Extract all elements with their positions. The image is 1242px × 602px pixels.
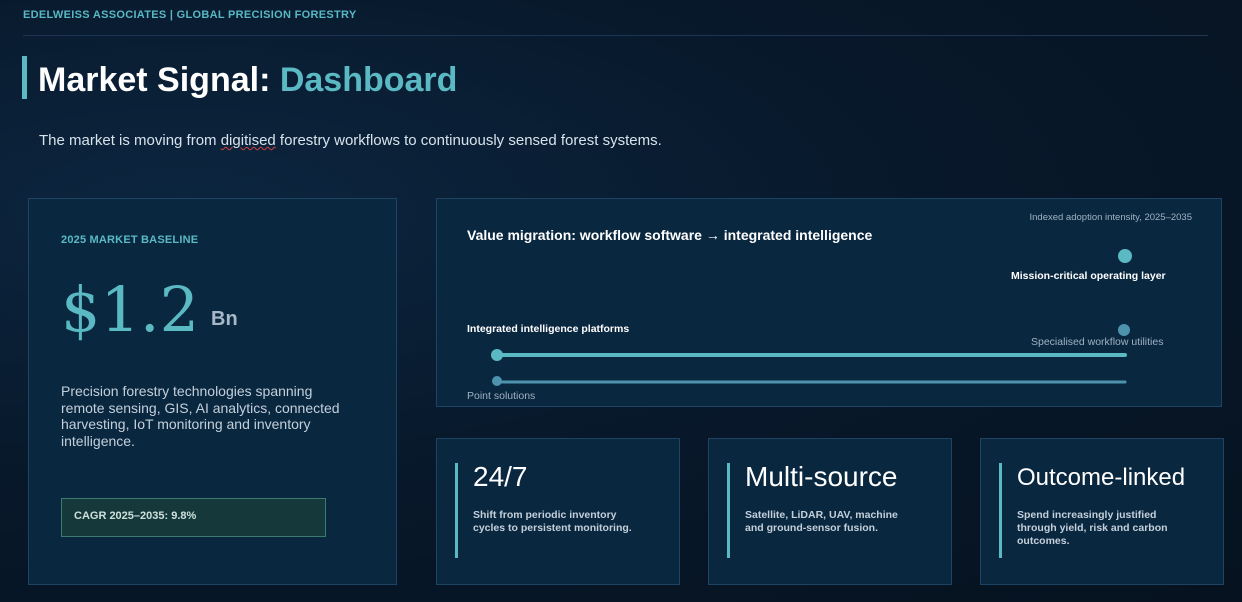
baseline-label: 2025 MARKET BASELINE xyxy=(61,234,199,246)
title-accent: Dashboard xyxy=(279,61,458,99)
stat-headline: 24/7 xyxy=(473,461,528,492)
stat-headline: Multi-source xyxy=(745,461,898,492)
stat-headline: Outcome-linked xyxy=(1017,464,1186,491)
stat-accent-bar xyxy=(455,463,458,558)
mission-critical-dot xyxy=(1118,249,1132,263)
layer-label-mission-critical: Mission-critical operating layer xyxy=(1011,270,1166,282)
layer-label-workflow-utilities: Specialised workflow utilities xyxy=(1031,336,1164,348)
stat-description: Spend increasingly justified through yie… xyxy=(1017,509,1168,547)
baseline-description: Precision forestry technologies spanning… xyxy=(61,383,340,449)
stat-accent-bar xyxy=(727,463,730,558)
cagr-badge: CAGR 2025–2035: 9.8% xyxy=(61,498,326,537)
platforms-start-dot xyxy=(491,349,503,361)
stat-card-outcome-linked: Outcome-linked Spend increasingly justif… xyxy=(980,438,1224,585)
page-subtitle: The market is moving from digitised fore… xyxy=(39,132,662,149)
stat-card-multi-source: Multi-source Satellite, LiDAR, UAV, mach… xyxy=(708,438,952,585)
stat-card-monitoring: 24/7 Shift from periodic inventory cycle… xyxy=(436,438,680,585)
layer-label-integrated-platforms: Integrated intelligence platforms xyxy=(467,323,630,335)
subtitle-spellcheck-word: digitised xyxy=(220,132,276,149)
stat-description: Shift from periodic inventory cycles to … xyxy=(473,509,632,534)
title-accent-bar xyxy=(22,56,27,99)
workflow-utilities-dot xyxy=(1118,324,1130,336)
migration-note: Indexed adoption intensity, 2025–2035 xyxy=(1029,212,1192,223)
subtitle-part-2: forestry workflows to continuously sense… xyxy=(275,132,662,149)
migration-title: Value migration: workflow software → int… xyxy=(467,227,873,243)
baseline-value: $1.2 xyxy=(61,273,200,346)
stat-accent-bar xyxy=(999,463,1002,558)
point-solutions-start-dot xyxy=(492,376,502,386)
value-migration-card: Value migration: workflow software → int… xyxy=(436,198,1222,407)
brand-text: EDELWEISS ASSOCIATES | GLOBAL PRECISION … xyxy=(23,9,357,21)
page-title: Market Signal: Dashboard xyxy=(38,60,457,100)
market-baseline-card: 2025 MARKET BASELINE $1.2 Bn Precision f… xyxy=(28,198,397,585)
cagr-text: CAGR 2025–2035: 9.8% xyxy=(74,510,197,522)
layer-label-point-solutions: Point solutions xyxy=(467,390,536,402)
brand-header: EDELWEISS ASSOCIATES | GLOBAL PRECISION … xyxy=(23,9,1208,36)
subtitle-part-1: The market is moving from xyxy=(39,132,221,149)
title-main: Market Signal: xyxy=(38,61,280,99)
baseline-unit: Bn xyxy=(211,308,238,330)
stat-description: Satellite, LiDAR, UAV, machine and groun… xyxy=(745,509,898,534)
